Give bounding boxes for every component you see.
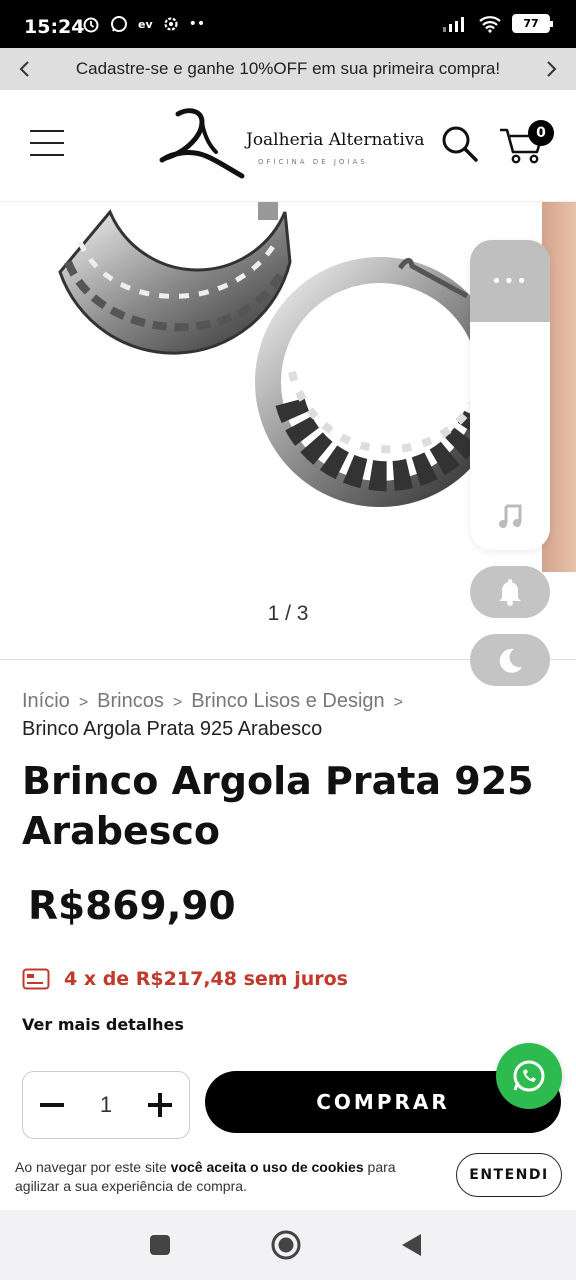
dots-icon: •••: [491, 270, 529, 292]
home-button[interactable]: [271, 1230, 301, 1260]
quantity-decrease-button[interactable]: [39, 1092, 65, 1118]
music-note-icon: [499, 504, 522, 528]
logo-mark-icon: [159, 108, 245, 179]
chevron-left-icon: [19, 61, 29, 77]
status-time: 15:24: [24, 16, 85, 38]
promo-text[interactable]: Cadastre-se e ganhe 10%OFF em sua primei…: [76, 59, 500, 79]
cookie-text-bold: você aceita o uso de cookies: [170, 1159, 364, 1175]
cookie-text-start: Ao navegar por este site: [15, 1159, 171, 1175]
toolbar-more-button[interactable]: •••: [470, 240, 550, 322]
promo-prev-button[interactable]: [14, 59, 34, 79]
hamburger-line: [30, 130, 64, 132]
whatsapp-icon: [111, 16, 127, 32]
installments-info: 4 x de R$217,48 sem juros: [22, 968, 348, 990]
status-icons-left: ev ••: [82, 15, 205, 33]
wifi-icon: [479, 15, 501, 33]
hamburger-line: [30, 142, 64, 144]
minus-icon: [40, 1103, 64, 1107]
signal-icon: [443, 16, 464, 32]
back-triangle-icon: [402, 1234, 421, 1256]
status-bar: 15:24 ev •• 77: [0, 0, 576, 48]
more-details-link[interactable]: Ver mais detalhes: [22, 1015, 184, 1034]
product-title: Brinco Argola Prata 925 Arabesco: [22, 759, 534, 853]
breadcrumb-separator: >: [78, 694, 89, 711]
installments-text: 4 x de R$217,48 sem juros: [64, 968, 348, 990]
logo-subtitle: OFICINA DE JOIAS: [258, 158, 368, 166]
cart-count-badge: 0: [528, 120, 554, 146]
search-button[interactable]: [440, 124, 480, 164]
breadcrumb-brincos[interactable]: Brincos: [97, 690, 164, 712]
bell-icon: [499, 579, 521, 606]
back-button[interactable]: [396, 1230, 426, 1260]
breadcrumb-home[interactable]: Início: [22, 690, 70, 712]
more-icon: ••: [188, 16, 206, 32]
system-nav-bar: [0, 1210, 576, 1280]
cookie-banner: Ao navegar por este site você aceita o u…: [0, 1148, 576, 1210]
moon-icon: [499, 648, 522, 673]
whatsapp-button[interactable]: [496, 1043, 562, 1109]
cookie-text: Ao navegar por este site você aceita o u…: [15, 1158, 435, 1196]
breadcrumb: Início > Brincos > Brinco Lisos e Design > Br…: [22, 688, 542, 742]
quantity-increase-button[interactable]: [147, 1092, 173, 1118]
square-icon: [150, 1235, 170, 1255]
status-icons-right: 77: [442, 14, 553, 33]
quantity-value[interactable]: 1: [100, 1092, 112, 1118]
floating-toolbar: •••: [470, 240, 550, 550]
product-price: R$869,90: [28, 884, 236, 929]
hamburger-line: [30, 154, 64, 156]
chevron-right-icon: [547, 61, 557, 77]
breadcrumb-current: Brinco Argola Prata 925 Arabesco: [22, 718, 323, 740]
ev-icon: ev: [138, 17, 153, 31]
whatsapp-icon: [513, 1060, 545, 1092]
notification-button[interactable]: [470, 566, 550, 618]
home-circle-icon: [271, 1230, 301, 1260]
music-button[interactable]: [496, 502, 524, 530]
quantity-stepper: 1: [22, 1071, 190, 1139]
plus-icon: [148, 1093, 172, 1117]
credit-card-icon: [22, 968, 50, 990]
alarm-icon: [83, 17, 99, 33]
dark-mode-button[interactable]: [470, 634, 550, 686]
battery-icon: 77: [512, 14, 553, 33]
breadcrumb-separator: >: [393, 694, 403, 711]
menu-button[interactable]: [30, 130, 64, 158]
promo-next-button[interactable]: [542, 59, 562, 79]
search-icon: [442, 126, 478, 162]
settings-icon: [164, 17, 178, 31]
cookie-accept-button[interactable]: ENTENDI: [456, 1153, 562, 1197]
logo-name: Joalheria Alternativa: [246, 130, 425, 150]
product-image[interactable]: [40, 202, 510, 512]
site-header: Joalheria Alternativa OFICINA DE JOIAS: [0, 90, 576, 202]
promo-bar: Cadastre-se e ganhe 10%OFF em sua primei…: [0, 48, 576, 90]
site-logo[interactable]: Joalheria Alternativa OFICINA DE JOIAS: [158, 108, 425, 180]
breadcrumb-separator: >: [172, 694, 183, 711]
breadcrumb-category[interactable]: Brinco Lisos e Design: [191, 690, 384, 712]
recents-button[interactable]: [145, 1230, 175, 1260]
